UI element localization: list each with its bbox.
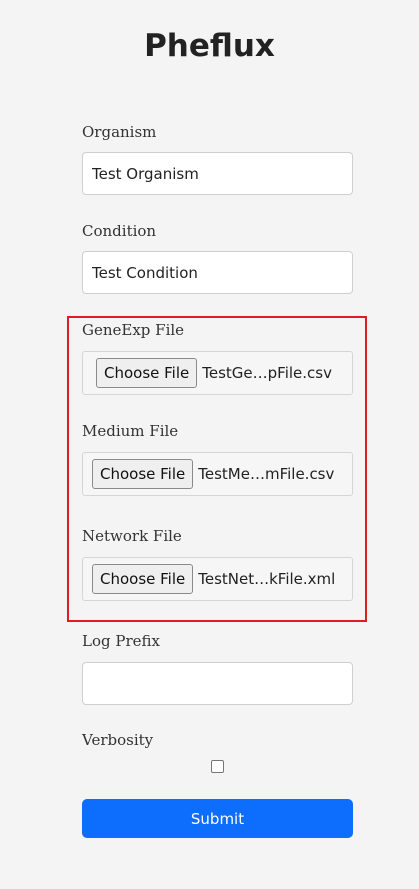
geneexp-choose-file-button[interactable]: Choose File — [96, 358, 198, 388]
log-prefix-label: Log Prefix — [82, 632, 160, 650]
medium-file-label: Medium File — [82, 422, 179, 440]
condition-input[interactable] — [82, 251, 353, 294]
organism-input[interactable] — [82, 152, 353, 195]
network-file-label: Network File — [82, 527, 182, 545]
medium-choose-file-button[interactable]: Choose File — [92, 459, 194, 489]
submit-button[interactable]: Submit — [82, 799, 353, 838]
log-prefix-input[interactable] — [82, 662, 353, 705]
geneexp-file-label: GeneExp File — [82, 321, 185, 339]
medium-file-input[interactable]: Choose File TestMe…mFile.csv — [82, 452, 353, 496]
geneexp-file-input[interactable]: Choose File TestGe…pFile.csv — [82, 351, 353, 395]
medium-file-name: TestMe…mFile.csv — [198, 465, 335, 483]
organism-label: Organism — [82, 123, 157, 141]
network-file-input[interactable]: Choose File TestNet…kFile.xml — [82, 557, 353, 601]
network-file-name: TestNet…kFile.xml — [198, 570, 336, 588]
geneexp-file-name: TestGe…pFile.csv — [202, 364, 332, 382]
page-title: Pheflux — [144, 28, 275, 64]
network-choose-file-button[interactable]: Choose File — [92, 564, 194, 594]
condition-label: Condition — [82, 222, 157, 240]
verbosity-label: Verbosity — [82, 731, 154, 749]
verbosity-checkbox[interactable] — [211, 760, 224, 773]
